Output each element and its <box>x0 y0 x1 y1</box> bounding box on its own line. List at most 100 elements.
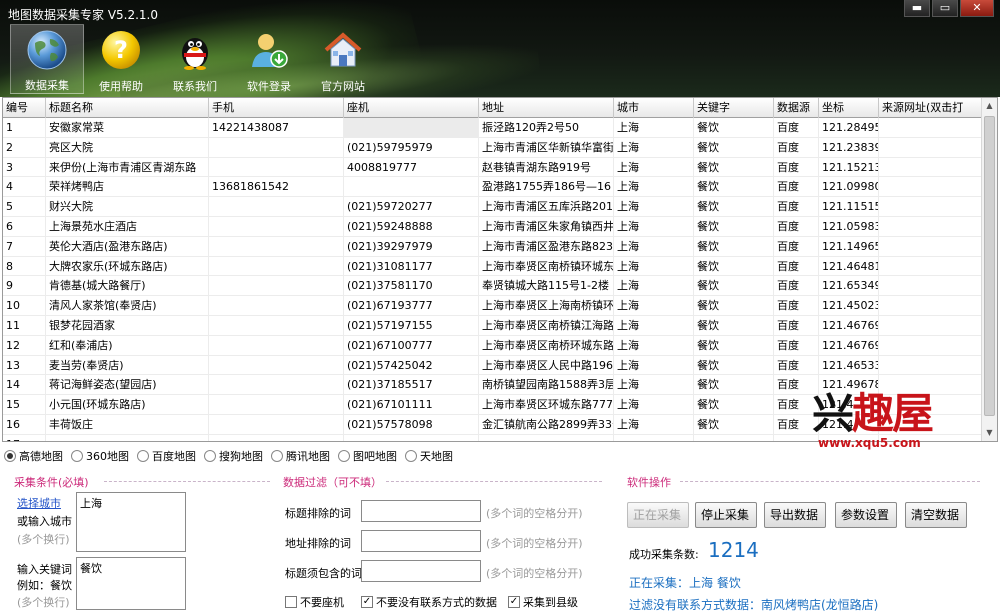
table-cell: 餐饮 <box>694 315 774 336</box>
city-textarea[interactable]: 上海 <box>76 492 186 552</box>
table-cell: 2 <box>3 137 46 158</box>
no-landline-checkbox[interactable]: 不要座机 <box>285 594 344 610</box>
export-data-button[interactable]: 导出数据 <box>764 502 826 528</box>
table-cell <box>209 296 344 316</box>
checkbox-box[interactable]: ✓ <box>508 596 520 608</box>
radio-button[interactable] <box>137 450 149 462</box>
toolbar-data-collect[interactable]: 数据采集 <box>10 24 84 94</box>
table-cell: 餐饮 <box>694 157 774 178</box>
table-cell: 餐饮 <box>694 197 774 217</box>
table-row[interactable]: 9 肯德基(城大路餐厅) (021)37581170 奉贤镇城大路115号1-2楼 上海… <box>3 276 997 297</box>
column-header[interactable]: 数据源 <box>774 98 819 118</box>
title-exclude-input[interactable] <box>361 500 481 522</box>
close-button[interactable]: ✕ <box>960 0 994 17</box>
keyword-textarea[interactable]: 餐饮 <box>76 557 186 610</box>
table-cell: 11 <box>3 315 46 336</box>
table-cell: 上海 <box>614 157 694 178</box>
table-cell: 121.059838, <box>819 216 879 237</box>
table-cell <box>344 434 479 441</box>
table-row[interactable]: 1 安徽家常菜 14221438087 振泾路120弄2号50 上海 餐饮 百度 121.28… <box>3 118 997 138</box>
table-cell: 来伊份(上海市青浦区青湖东路 <box>46 157 209 178</box>
radio-button[interactable] <box>204 450 216 462</box>
table-cell: 121.115158, <box>819 197 879 217</box>
no-contact-checkbox[interactable]: ✓ 不要没有联系方式的数据 <box>361 594 497 610</box>
table-row[interactable]: 4 荣祥烤鸭店 13681861542 盈港路1755弄186号—16 上海 餐饮 百度 12… <box>3 177 997 198</box>
table-cell <box>879 236 983 257</box>
table-row[interactable]: 10 清风人家茶馆(奉贤店) (021)67193777 上海市奉贤区上海南桥镇环 上海… <box>3 296 997 316</box>
table-row[interactable]: 2 亮区大院 (021)59795979 上海市青浦区华新镇华富街 上海 餐饮 百度 121.… <box>3 137 997 158</box>
addr-exclude-input[interactable] <box>361 530 481 552</box>
radio-button[interactable] <box>4 450 16 462</box>
stop-collect-button[interactable]: 停止采集 <box>695 502 757 528</box>
radio-button[interactable] <box>338 450 350 462</box>
map-option[interactable]: 腾讯地图 <box>271 448 330 464</box>
radio-button[interactable] <box>271 450 283 462</box>
table-cell: 121.149654, <box>819 236 879 257</box>
column-header[interactable]: 座机 <box>344 98 479 118</box>
table-row[interactable]: 12 红和(奉浦店) (021)67100777 上海市奉贤区南桥环城东路 上海 餐饮 百度… <box>3 335 997 356</box>
toolbar-contact[interactable]: 联系我们 <box>158 24 232 94</box>
maximize-button[interactable]: ▭ <box>932 0 958 17</box>
map-option[interactable]: 图吧地图 <box>338 448 397 464</box>
scroll-thumb[interactable] <box>984 116 995 416</box>
select-city-link[interactable]: 选择城市 <box>17 495 61 511</box>
table-cell <box>209 315 344 336</box>
vertical-scrollbar[interactable]: ▲ ▼ <box>981 98 997 441</box>
table-cell: 百度 <box>774 276 819 297</box>
table-row[interactable]: 7 英伦大酒店(盈港东路店) (021)39297979 上海市青浦区盈港东路8233… <box>3 236 997 257</box>
county-level-checkbox[interactable]: ✓ 采集到县级 <box>508 594 578 610</box>
table-cell: (021)67100777 <box>344 335 479 356</box>
table-row[interactable]: 8 大牌农家乐(环城东路店) (021)31081177 上海市奉贤区南桥镇环城东 上海… <box>3 256 997 277</box>
column-header[interactable]: 来源网址(双击打 <box>879 98 983 118</box>
toolbar-website[interactable]: 官方网站 <box>306 24 380 94</box>
table-cell: 1 <box>3 118 46 138</box>
map-option[interactable]: 高德地图 <box>4 448 63 464</box>
map-option[interactable]: 天地图 <box>405 448 453 464</box>
checkbox-box[interactable]: ✓ <box>361 596 373 608</box>
table-cell: 百度 <box>774 216 819 237</box>
map-option[interactable]: 百度地图 <box>137 448 196 464</box>
table-cell: (021)39297979 <box>344 236 479 257</box>
table-row[interactable]: 3 来伊份(上海市青浦区青湖东路 4008819777 赵巷镇青湖东路919号 上海 餐饮… <box>3 157 997 178</box>
table-cell <box>879 177 983 198</box>
column-header[interactable]: 坐标 <box>819 98 879 118</box>
table-cell: 上海 <box>614 236 694 257</box>
column-header[interactable]: 编号 <box>3 98 46 118</box>
checkbox-box[interactable] <box>285 596 297 608</box>
map-option[interactable]: 搜狗地图 <box>204 448 263 464</box>
toolbar-label: 使用帮助 <box>99 80 143 93</box>
table-cell: 17 <box>3 434 46 441</box>
map-option[interactable]: 360地图 <box>71 448 129 464</box>
table-cell <box>209 256 344 277</box>
column-header[interactable]: 地址 <box>479 98 614 118</box>
toolbar-login[interactable]: 软件登录 <box>232 24 306 94</box>
table-row[interactable]: 13 麦当劳(奉贤店) (021)57425042 上海市奉贤区人民中路196 上海 餐饮… <box>3 355 997 376</box>
radio-button[interactable] <box>405 450 417 462</box>
table-cell <box>209 355 344 376</box>
column-header[interactable]: 关键字 <box>694 98 774 118</box>
table-cell: 上海市青浦区华新镇华富街 <box>479 137 614 158</box>
table-cell: 14 <box>3 375 46 396</box>
conditions-title: 采集条件(必填) <box>14 476 89 489</box>
table-cell: (021)31081177 <box>344 256 479 277</box>
keyword-example: 例如：餐饮 <box>17 579 72 592</box>
clear-data-button[interactable]: 清空数据 <box>905 502 967 528</box>
column-header[interactable]: 手机 <box>209 98 344 118</box>
minimize-button[interactable]: ▬ <box>904 0 930 17</box>
table-cell: 餐饮 <box>694 395 774 415</box>
collecting-button[interactable]: 正在采集 <box>627 502 689 528</box>
title-include-input[interactable] <box>361 560 481 582</box>
scroll-down-icon[interactable]: ▼ <box>982 425 997 441</box>
table-row[interactable]: 6 上海景苑水庄酒店 (021)59248888 上海市青浦区朱家角镇西井 上海 餐饮 百度… <box>3 216 997 237</box>
settings-button[interactable]: 参数设置 <box>835 502 897 528</box>
table-cell <box>879 137 983 158</box>
column-header[interactable]: 标题名称 <box>46 98 209 118</box>
scroll-up-icon[interactable]: ▲ <box>982 98 997 114</box>
radio-button[interactable] <box>71 450 83 462</box>
toolbar-help[interactable]: ? 使用帮助 <box>84 24 158 94</box>
table-cell <box>879 335 983 356</box>
table-cell: (021)59720277 <box>344 197 479 217</box>
table-row[interactable]: 11 银梦花园酒家 (021)57197155 上海市奉贤区南桥镇江海路 上海 餐饮 百度 1… <box>3 315 997 336</box>
table-row[interactable]: 5 财兴大院 (021)59720277 上海市青浦区五库浜路201 上海 餐饮 百度 121… <box>3 197 997 217</box>
column-header[interactable]: 城市 <box>614 98 694 118</box>
